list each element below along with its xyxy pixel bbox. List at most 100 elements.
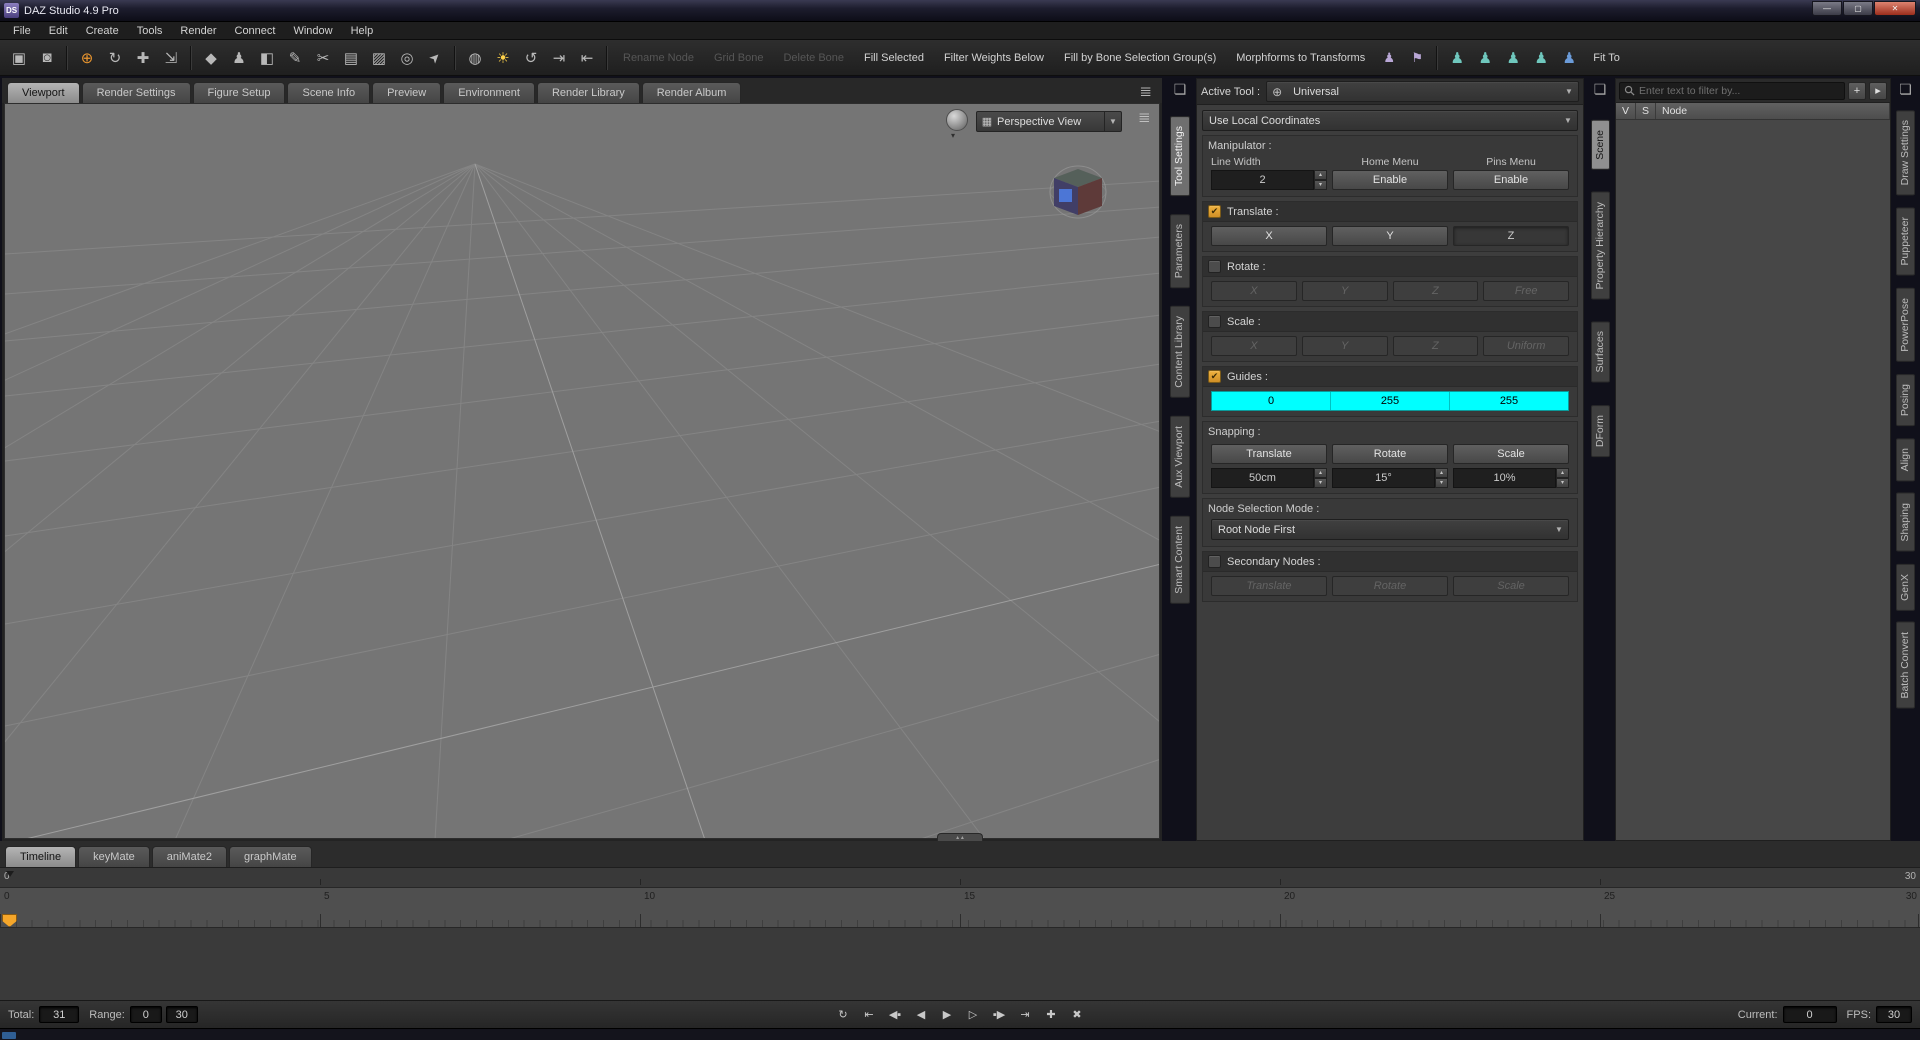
tab-timeline[interactable]: Timeline [5,846,77,867]
map-transfer-icon[interactable]: ▤ [338,45,364,71]
pane-group-icon[interactable]: ❏ [1899,81,1912,98]
total-frames-field[interactable]: 31 [39,1006,80,1023]
fill-selected-button[interactable]: Fill Selected [855,48,933,68]
dock-tab-draw-settings[interactable]: Draw Settings [1896,110,1915,196]
snap-translate-stepper[interactable]: 50cm ▴ ▾ [1211,468,1327,488]
tab-keymate[interactable]: keyMate [78,846,150,867]
view-selector-dropdown[interactable]: ▦ Perspective View ▼ [976,111,1122,132]
translate-y-button[interactable]: Y [1332,226,1448,246]
play-button[interactable]: ▶ [937,1006,957,1024]
snap-scale-value[interactable]: 10% [1453,468,1556,488]
dock-tab-powerpose[interactable]: PowerPose [1896,287,1915,362]
goto-start-button[interactable]: ⇤ [859,1006,879,1024]
weight-brush-icon[interactable]: ✎ [282,45,308,71]
dock-tab-posing[interactable]: Posing [1896,373,1915,426]
node-selection-mode-dropdown[interactable]: Root Node First ▼ [1211,519,1569,540]
guides-blue-value[interactable]: 255 [1450,392,1568,410]
dock-tab-genx[interactable]: GenX [1896,563,1915,611]
spinner-up-icon[interactable]: ▴ [1556,468,1569,478]
scene-filter-input[interactable] [1639,84,1840,97]
render-camera-icon[interactable]: ◙ [34,45,60,71]
scene-filter-box[interactable] [1619,81,1845,100]
tab-animate2[interactable]: aniMate2 [151,846,228,867]
menu-help[interactable]: Help [342,23,383,39]
current-frame-field[interactable]: 0 [1782,1006,1837,1023]
geometry-scissors-icon[interactable]: ✂ [310,45,336,71]
guides-color-bar[interactable]: 0 255 255 [1211,391,1569,411]
spinner-up-icon[interactable]: ▴ [1314,468,1327,478]
snap-translate-button[interactable]: Translate [1211,444,1327,464]
menu-file[interactable]: File [4,23,40,39]
node-tool-icon[interactable]: ◆ [198,45,224,71]
dock-tab-align[interactable]: Align [1896,437,1915,481]
pane-menu-icon[interactable]: ≣ [1139,82,1152,100]
tab-scene-info[interactable]: Scene Info [287,82,371,103]
chevron-down-icon[interactable]: ▾ [951,131,955,140]
dock-tab-scene[interactable]: Scene [1590,120,1610,170]
figure-e-icon[interactable]: ♟ [1556,45,1582,71]
light-bulb-icon[interactable]: ☀ [490,45,516,71]
prev-frame-button[interactable]: ◀ [911,1006,931,1024]
pane-group-icon[interactable]: ❏ [1174,81,1187,98]
view-orbit-sphere-icon[interactable] [946,109,968,131]
fill-by-bone-selection-button[interactable]: Fill by Bone Selection Group(s) [1055,48,1225,68]
filter-forward-button[interactable]: ▸ [1869,81,1887,100]
column-node[interactable]: Node [1656,103,1890,119]
goto-end-button[interactable]: ⇥ [1015,1006,1035,1024]
close-button[interactable]: ✕ [1874,1,1916,16]
coordinates-dropdown[interactable]: Use Local Coordinates ▼ [1202,110,1578,131]
pins-menu-enable-button[interactable]: Enable [1453,170,1569,190]
line-width-value[interactable]: 2 [1211,170,1314,190]
pane-group-icon[interactable]: ❏ [1594,81,1607,98]
viewport-pane-menu-icon[interactable]: ≣ [1138,108,1151,126]
filter-weights-below-button[interactable]: Filter Weights Below [935,48,1053,68]
spinner-up-icon[interactable]: ▴ [1435,468,1448,478]
dock-tab-property-hierarchy[interactable]: Property Hierarchy [1590,191,1610,300]
range-end-field[interactable]: 30 [165,1006,198,1023]
loop-button[interactable]: ↻ [833,1006,853,1024]
menu-connect[interactable]: Connect [226,23,285,39]
rotate-checkbox[interactable]: ✔ [1208,260,1221,273]
dock-tab-tool-settings[interactable]: Tool Settings [1170,116,1190,197]
tab-figure-setup[interactable]: Figure Setup [192,82,286,103]
snap-rotate-stepper[interactable]: 15° ▴ ▾ [1332,468,1448,488]
memorize-pose-icon[interactable]: ♟ [1376,45,1402,71]
translate-checkbox[interactable]: ✔ [1208,205,1221,218]
tab-viewport[interactable]: Viewport [7,82,80,103]
restore-pose-icon[interactable]: ⚑ [1404,45,1430,71]
snap-scale-button[interactable]: Scale [1453,444,1569,464]
fps-field[interactable]: 30 [1876,1006,1912,1023]
menu-create[interactable]: Create [77,23,128,39]
dock-tab-content-library[interactable]: Content Library [1170,306,1190,399]
filter-add-button[interactable]: + [1848,81,1866,100]
prev-key-button[interactable]: ◀▪ [885,1006,905,1024]
tab-render-settings[interactable]: Render Settings [81,82,191,103]
guides-checkbox[interactable]: ✔ [1208,370,1221,383]
timeline-range-ruler[interactable]: 0 30 [0,867,1920,887]
tab-render-album[interactable]: Render Album [641,82,742,103]
snap-translate-value[interactable]: 50cm [1211,468,1314,488]
figure-b-icon[interactable]: ♟ [1472,45,1498,71]
figure-tool-icon[interactable]: ♟ [226,45,252,71]
dock-tab-batch-convert[interactable]: Batch Convert [1896,622,1915,709]
tab-preview[interactable]: Preview [372,82,442,103]
dock-tab-smart-content[interactable]: Smart Content [1170,515,1190,604]
minimize-button[interactable]: — [1812,1,1842,16]
menu-render[interactable]: Render [171,23,225,39]
secondary-nodes-checkbox[interactable]: ✔ [1208,555,1221,568]
active-tool-dropdown[interactable]: ⊕ Universal ▼ [1266,81,1579,102]
range-start-marker[interactable] [6,871,14,877]
tab-graphmate[interactable]: graphMate [229,846,312,867]
menu-edit[interactable]: Edit [40,23,77,39]
figure-a-icon[interactable]: ♟ [1444,45,1470,71]
mesh-grabber-icon[interactable]: ▨ [366,45,392,71]
translate-tool-icon[interactable]: ✚ [130,45,156,71]
scale-checkbox[interactable]: ✔ [1208,315,1221,328]
column-selection[interactable]: S [1636,103,1656,119]
translate-x-button[interactable]: X [1211,226,1327,246]
dock-tab-shaping[interactable]: Shaping [1896,493,1915,552]
globe-icon[interactable]: ◍ [462,45,488,71]
column-visibility[interactable]: V [1616,103,1636,119]
dock-tab-parameters[interactable]: Parameters [1170,214,1190,289]
line-width-stepper[interactable]: 2 ▴ ▾ [1211,170,1327,190]
